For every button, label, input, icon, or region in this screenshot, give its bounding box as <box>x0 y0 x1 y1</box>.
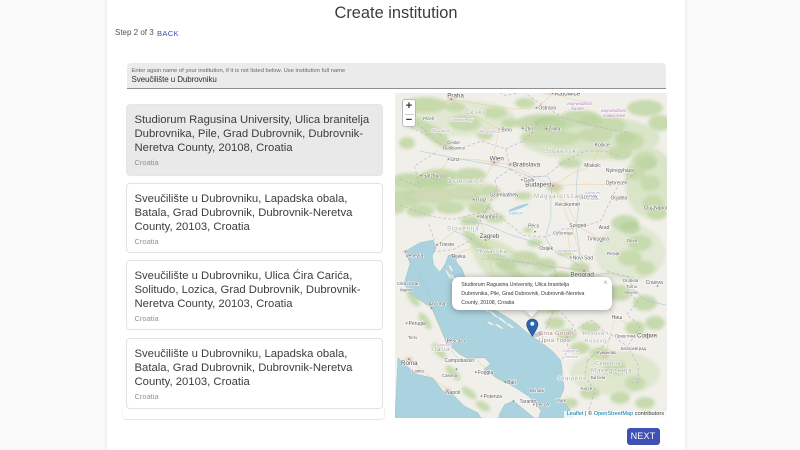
svg-text:Středočeský: Středočeský <box>451 117 474 122</box>
svg-text:Žilina: Žilina <box>548 125 560 133</box>
svg-text:Abruzzo: Abruzzo <box>436 342 452 347</box>
svg-text:Košice: Košice <box>595 143 610 149</box>
svg-text:Brindisi: Brindisi <box>530 388 544 393</box>
svg-text:Katowice: Katowice <box>555 93 581 97</box>
svg-text:Drobeta: Drobeta <box>623 278 639 283</box>
svg-text:małopolskie: małopolskie <box>603 113 626 118</box>
svg-text:Italia: Italia <box>432 347 450 353</box>
svg-text:Miskolc: Miskolc <box>584 163 601 169</box>
svg-text:Jihovýchod: Jihovýchod <box>478 129 501 134</box>
svg-text:Shqipëria: Shqipëria <box>562 348 580 353</box>
svg-text:Македонија: Македонија <box>591 369 632 375</box>
svg-text:Budějovice: Budějovice <box>443 146 466 151</box>
svg-text:Severin: Severin <box>624 290 639 295</box>
svg-text:Città di San: Città di San <box>397 281 420 286</box>
svg-text:Foggia: Foggia <box>478 370 494 376</box>
svg-text:Szombathely: Szombathely <box>490 193 519 199</box>
svg-text:Kecskemét: Kecskemét <box>555 202 580 208</box>
svg-text:Северна: Северна <box>595 361 621 367</box>
svg-text:Crna Gora /: Crna Gora / <box>539 331 574 337</box>
svg-text:Deva: Deva <box>627 238 638 243</box>
svg-text:Kosova /: Kosova / <box>583 331 609 337</box>
svg-text:Maribor: Maribor <box>480 214 497 220</box>
svg-text:Marino: Marino <box>400 288 414 293</box>
svg-text:Szeged: Szeged <box>569 223 586 229</box>
svg-text:Битола: Битола <box>591 375 606 380</box>
svg-text:Turnu: Turnu <box>626 284 638 289</box>
svg-text:Észak: Észak <box>588 196 600 201</box>
svg-text:Shqipëria: Shqipëria <box>557 376 587 382</box>
svg-text:Arad: Arad <box>599 225 610 231</box>
svg-text:Rijeka: Rijeka <box>452 254 466 260</box>
svg-text:Balaton: Balaton <box>509 211 524 216</box>
svg-text:Brno: Brno <box>501 127 512 133</box>
svg-text:Caserta: Caserta <box>442 373 458 378</box>
svg-text:Győr: Győr <box>524 178 535 184</box>
svg-text:Latina: Latina <box>412 369 424 374</box>
svg-text:verilore: verilore <box>565 354 579 359</box>
svg-text:Reșița: Reșița <box>607 251 620 256</box>
svg-text:Roma: Roma <box>401 360 418 367</box>
svg-text:śląskie: śląskie <box>571 106 584 111</box>
svg-text:Campobasso: Campobasso <box>445 358 475 364</box>
svg-text:Graz: Graz <box>476 198 487 204</box>
svg-text:Ostrava: Ostrava <box>538 106 556 112</box>
svg-text:Црна Гора: Црна Гора <box>539 338 571 344</box>
svg-text:Slovensko: Slovensko <box>545 149 581 155</box>
svg-text:Craiova: Craiova <box>646 280 663 286</box>
svg-text:Österreich: Österreich <box>447 178 484 185</box>
svg-text:Novi Sad: Novi Sad <box>573 255 594 261</box>
svg-text:Kosovo: Kosovo <box>585 339 607 345</box>
svg-text:Trieste: Trieste <box>439 242 454 248</box>
svg-text:Jihozápad: Jihozápad <box>430 128 451 133</box>
svg-text:Суботица: Суботица <box>553 231 573 236</box>
svg-text:Ancona: Ancona <box>429 301 446 307</box>
svg-text:Linz: Linz <box>450 157 460 163</box>
svg-text:Praha: Praha <box>447 93 464 100</box>
svg-text:Oradea: Oradea <box>611 196 628 202</box>
svg-text:Plzeň: Plzeň <box>423 116 435 121</box>
svg-text:Terni: Terni <box>408 335 417 340</box>
svg-text:Česko: Česko <box>465 109 487 116</box>
svg-text:Osijek: Osijek <box>539 246 553 252</box>
svg-text:Pécs: Pécs <box>528 224 540 230</box>
svg-text:Alföld és: Alföld és <box>584 190 600 195</box>
svg-text:Куманово: Куманово <box>597 350 617 355</box>
svg-text:Ниш: Ниш <box>612 315 622 321</box>
svg-text:Debrecen: Debrecen <box>606 181 628 187</box>
svg-text:Korçë: Korçë <box>581 386 593 391</box>
svg-text:Taranto: Taranto <box>520 399 537 405</box>
svg-text:Timișoara: Timișoara <box>587 236 609 242</box>
svg-text:Zlín: Zlín <box>525 126 534 132</box>
svg-text:Bari: Bari <box>507 380 516 386</box>
svg-text:Venezia: Venezia <box>406 254 424 260</box>
svg-text:Приштина: Приштина <box>615 334 636 339</box>
svg-text:Magyarország: Magyarország <box>534 194 583 200</box>
svg-text:Perugia: Perugia <box>409 321 426 327</box>
svg-text:Zagreb: Zagreb <box>480 233 500 240</box>
svg-text:Војводина: Војводина <box>558 248 578 253</box>
svg-text:Cluj-Napoca: Cluj-Napoca <box>644 205 667 211</box>
svg-text:Bratislava: Bratislava <box>513 161 541 168</box>
svg-text:Potenza: Potenza <box>484 394 503 400</box>
svg-text:София: София <box>637 332 657 339</box>
svg-text:České: České <box>447 139 460 145</box>
svg-text:Lecce: Lecce <box>536 403 550 409</box>
svg-text:Napoli: Napoli <box>446 390 460 396</box>
svg-text:Благоевград: Благоевград <box>621 346 647 351</box>
svg-text:Hrvatska: Hrvatska <box>477 249 508 255</box>
svg-text:Nyíregyháza: Nyíregyháza <box>606 168 634 174</box>
svg-text:Salzburg: Salzburg <box>423 174 443 180</box>
svg-text:Slovenija: Slovenija <box>447 227 479 233</box>
svg-text:Vlorë: Vlorë <box>556 398 567 403</box>
svg-text:Wien: Wien <box>490 155 505 162</box>
